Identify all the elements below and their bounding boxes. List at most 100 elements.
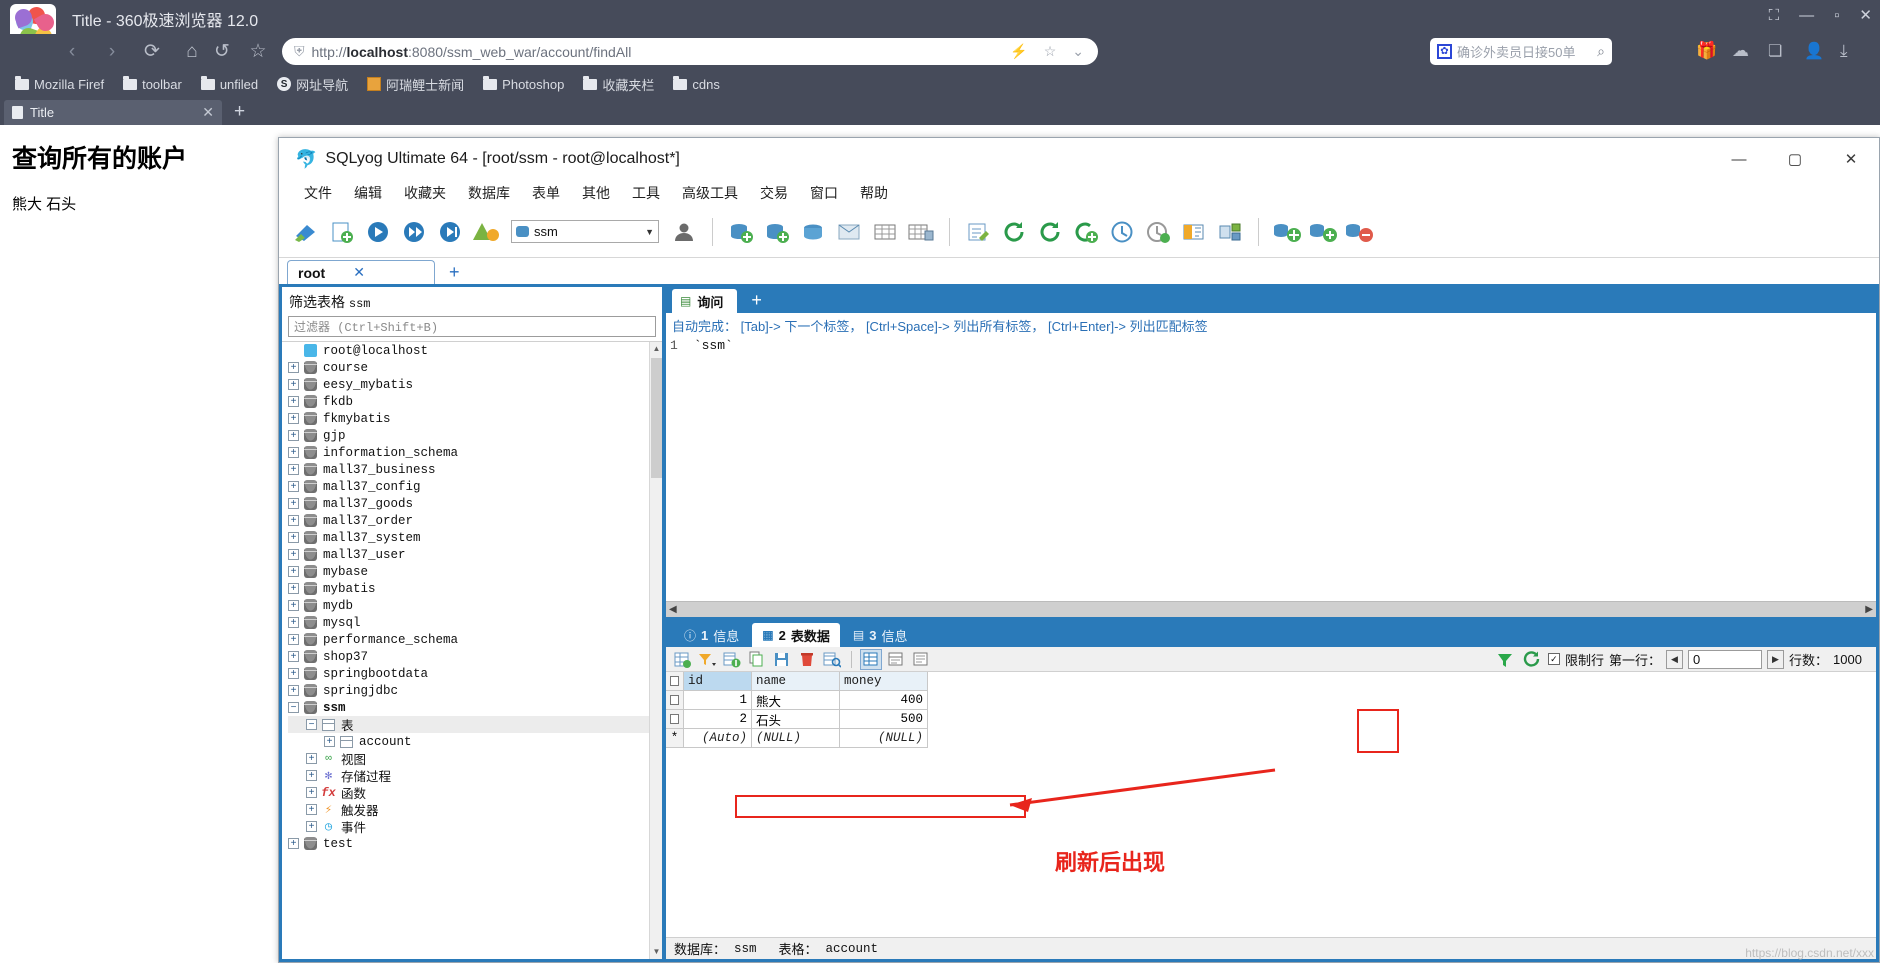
expand-icon[interactable]: + — [288, 413, 299, 424]
tree-node-test[interactable]: + test — [288, 835, 662, 852]
split-window-icon[interactable] — [1213, 215, 1247, 249]
tree-node-database[interactable]: + mall37_system — [288, 529, 662, 546]
refresh-grid-icon[interactable] — [1521, 649, 1543, 670]
new-connection-icon[interactable] — [289, 215, 323, 249]
table-diagnostics-icon[interactable] — [904, 215, 938, 249]
gift-icon[interactable]: 🎁 — [1696, 41, 1717, 61]
tree-node-database[interactable]: + eesy_mybatis — [288, 376, 662, 393]
view-text-mode-icon[interactable] — [910, 649, 932, 670]
expand-icon[interactable]: + — [288, 634, 299, 645]
tree-node-database[interactable]: + mall37_goods — [288, 495, 662, 512]
tree-node-functions[interactable]: + fx 函数 — [288, 784, 662, 802]
search-input[interactable]: 确诊外卖员日接50单 — [1457, 42, 1592, 61]
limit-rows-checkbox[interactable]: ✓ — [1547, 653, 1560, 665]
collapse-icon[interactable]: − — [306, 719, 317, 730]
cell-money[interactable]: 400 — [840, 691, 928, 710]
db-import-icon[interactable] — [724, 215, 758, 249]
query-tab[interactable]: ▤ 询问 — [672, 289, 738, 313]
db-sync-icon[interactable] — [796, 215, 830, 249]
expand-icon[interactable]: + — [306, 753, 317, 764]
new-row[interactable]: * (Auto) (NULL) (NULL) — [666, 729, 1876, 748]
apply-filter-icon[interactable] — [1494, 649, 1516, 670]
menu-form[interactable]: 表单 — [521, 181, 571, 205]
minimize-icon[interactable]: — — [1799, 7, 1814, 24]
database-selector[interactable]: ssm ▼ — [511, 220, 659, 243]
collapse-icon[interactable]: − — [288, 702, 299, 713]
cell-id-new[interactable]: (Auto) — [684, 729, 752, 748]
expand-icon[interactable]: + — [306, 787, 317, 798]
find-in-grid-icon[interactable] — [821, 649, 843, 670]
menu-favorites[interactable]: 收藏夹 — [393, 181, 457, 205]
bookmark-item[interactable]: S 网址导航 — [270, 73, 355, 96]
scrollbar-thumb[interactable] — [651, 358, 662, 478]
refresh-object-icon[interactable] — [997, 215, 1031, 249]
first-row-input[interactable]: 0 — [1687, 649, 1762, 669]
column-header-id[interactable]: id — [684, 672, 752, 691]
editor-horizontal-scrollbar[interactable]: ◀ ▶ — [666, 601, 1876, 617]
tree-node-database[interactable]: + mall37_order — [288, 512, 662, 529]
select-all-cell[interactable] — [666, 672, 684, 691]
bookmark-item[interactable]: 阿瑞鲤士新闻 — [360, 73, 471, 96]
filter-dropdown-icon[interactable] — [696, 649, 718, 670]
expand-icon[interactable]: + — [288, 838, 299, 849]
tree-node-database[interactable]: + course — [288, 359, 662, 376]
menu-file[interactable]: 文件 — [293, 181, 343, 205]
new-tab-button[interactable]: + — [234, 101, 245, 123]
bookmark-item[interactable]: Photoshop — [476, 75, 571, 94]
expand-icon[interactable]: + — [288, 430, 299, 441]
weather-icon[interactable]: ☁ — [1732, 41, 1752, 61]
tree-node-database[interactable]: + mysql — [288, 614, 662, 631]
tree-vertical-scrollbar[interactable]: ▲ ▼ — [649, 342, 662, 959]
expand-icon[interactable]: + — [288, 532, 299, 543]
execute-all-icon[interactable] — [397, 215, 431, 249]
menu-database[interactable]: 数据库 — [457, 181, 521, 205]
expand-icon[interactable]: + — [306, 770, 317, 781]
view-form-mode-icon[interactable] — [885, 649, 907, 670]
tree-node-database[interactable]: + information_schema — [288, 444, 662, 461]
tree-node-table-account[interactable]: + account — [288, 733, 662, 750]
cell-name[interactable]: 石头 — [752, 710, 840, 729]
cell-money-new[interactable]: (NULL) — [840, 729, 928, 748]
scroll-left-icon[interactable]: ◀ — [669, 604, 677, 615]
data-compare-icon[interactable] — [1306, 215, 1340, 249]
expand-icon[interactable]: + — [288, 566, 299, 577]
expand-icon[interactable]: + — [306, 821, 317, 832]
tree-node-database[interactable]: + performance_schema — [288, 631, 662, 648]
user-manager-icon[interactable] — [667, 215, 701, 249]
cell-money[interactable]: 500 — [840, 710, 928, 729]
favorite-star-icon[interactable]: ☆ — [1044, 43, 1057, 60]
tree-node-procedures[interactable]: + ✻ 存储过程 — [288, 767, 662, 785]
expand-icon[interactable]: + — [288, 447, 299, 458]
tree-node-database[interactable]: + fkdb — [288, 393, 662, 410]
download-icon[interactable]: ⤓ — [1840, 41, 1860, 61]
tree-node-database[interactable]: + mall37_config — [288, 478, 662, 495]
reload-icon[interactable]: ⟳ — [138, 38, 166, 66]
first-row-prev-button[interactable]: ◀ — [1665, 649, 1683, 669]
apps-grid-icon[interactable] — [1660, 41, 1680, 61]
db-export-icon[interactable] — [760, 215, 794, 249]
tree-node-database[interactable]: + mall37_user — [288, 546, 662, 563]
sqlyog-close-icon[interactable]: ✕ — [1823, 138, 1879, 180]
add-object-icon[interactable] — [1069, 215, 1103, 249]
menu-help[interactable]: 帮助 — [849, 181, 899, 205]
tree-node-database[interactable]: + fkmybatis — [288, 410, 662, 427]
tab-table-data[interactable]: ▦ 2 表数据 — [752, 623, 840, 647]
forward-icon[interactable]: › — [98, 38, 126, 66]
checkbox-icon[interactable] — [670, 695, 679, 705]
tree-node-database[interactable]: + springbootdata — [288, 665, 662, 682]
bookmark-item[interactable]: cdns — [666, 75, 726, 94]
menu-edit[interactable]: 编辑 — [343, 181, 393, 205]
row-select-cell[interactable] — [666, 691, 684, 710]
bookmark-item[interactable]: unfiled — [194, 75, 265, 94]
connection-tab-root[interactable]: root ✕ — [287, 260, 435, 284]
scroll-down-icon[interactable]: ▼ — [650, 945, 662, 959]
expand-icon[interactable]: + — [288, 515, 299, 526]
expand-icon[interactable]: + — [288, 549, 299, 560]
expand-icon[interactable]: + — [288, 583, 299, 594]
expand-icon[interactable]: + — [288, 685, 299, 696]
column-header-name[interactable]: name — [752, 672, 840, 691]
edit-in-grid-icon[interactable] — [961, 215, 995, 249]
expand-icon[interactable]: + — [288, 481, 299, 492]
bookmark-star-icon[interactable]: ☆ — [244, 38, 272, 66]
menu-advanced-tools[interactable]: 高级工具 — [671, 181, 749, 205]
